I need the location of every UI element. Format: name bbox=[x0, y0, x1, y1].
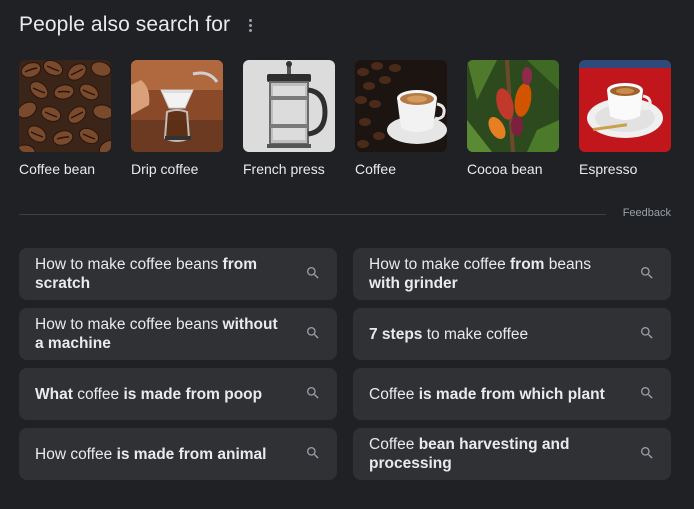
divider bbox=[19, 214, 606, 215]
related-search-text-part: coffee bbox=[72, 385, 124, 403]
search-icon bbox=[641, 327, 653, 339]
related-search-text-part: How coffee bbox=[35, 445, 117, 463]
related-search-text[interactable]: How to make coffee beans from scratch bbox=[35, 255, 281, 293]
related-search-text[interactable]: Coffee is made from which plant bbox=[369, 385, 605, 404]
related-search-chip[interactable]: How to make coffee beans without a machi… bbox=[19, 308, 337, 360]
entity-label[interactable]: French press bbox=[243, 161, 335, 177]
entity-carousel: Coffee bean Drip coffee French press Cof… bbox=[19, 60, 671, 177]
related-search-text-part: from bbox=[510, 256, 545, 273]
entity-label[interactable]: Coffee bean bbox=[19, 161, 111, 177]
related-search-text-part: 7 steps bbox=[369, 325, 423, 343]
entity-espresso[interactable]: Espresso bbox=[579, 60, 671, 177]
search-icon bbox=[307, 327, 319, 339]
entity-drip-coffee[interactable]: Drip coffee bbox=[131, 60, 223, 177]
related-search-text-part: How to make coffee beans bbox=[35, 256, 223, 273]
section-title: People also search for bbox=[19, 13, 231, 36]
french-press-image[interactable] bbox=[243, 60, 335, 152]
related-search-text-part: How to make coffee beans bbox=[35, 316, 223, 333]
cocoa-bean-image[interactable] bbox=[467, 60, 559, 152]
entity-label[interactable]: Espresso bbox=[579, 161, 671, 177]
related-search-chip[interactable]: How coffee is made from animal bbox=[19, 428, 337, 480]
entity-label[interactable]: Cocoa bean bbox=[467, 161, 559, 177]
entity-label[interactable]: Drip coffee bbox=[131, 161, 223, 177]
related-search-text[interactable]: How to make coffee from beans with grind… bbox=[369, 255, 615, 293]
related-search-chip[interactable]: What coffee is made from poop bbox=[19, 368, 337, 420]
related-search-text-part: to make coffee bbox=[422, 325, 529, 343]
related-search-text[interactable]: How to make coffee beans without a machi… bbox=[35, 315, 281, 353]
espresso-image[interactable] bbox=[579, 60, 671, 152]
related-search-text-part: is made from which plant bbox=[418, 385, 605, 403]
related-search-text-part: How to make coffee bbox=[369, 256, 511, 273]
search-icon bbox=[641, 387, 653, 399]
entity-french-press[interactable]: French press bbox=[243, 60, 335, 177]
related-search-chip[interactable]: 7 steps to make coffee bbox=[353, 308, 671, 360]
related-search-chip[interactable]: How to make coffee from beans with grind… bbox=[353, 248, 671, 300]
related-search-text-part: with grinder bbox=[369, 275, 458, 292]
feedback-link[interactable]: Feedback bbox=[623, 207, 671, 219]
related-search-chip[interactable]: Coffee is made from which plant bbox=[353, 368, 671, 420]
search-icon bbox=[307, 267, 319, 279]
drip-coffee-image[interactable] bbox=[131, 60, 223, 152]
related-search-text-part: beans bbox=[544, 256, 592, 273]
related-search-text[interactable]: How coffee is made from animal bbox=[35, 445, 266, 464]
section-header: People also search for bbox=[19, 13, 255, 37]
entity-cocoa-bean[interactable]: Cocoa bean bbox=[467, 60, 559, 177]
related-search-text-part: What bbox=[35, 385, 73, 403]
related-search-text-part: is made from animal bbox=[116, 445, 267, 463]
more-vert-icon[interactable] bbox=[245, 15, 255, 35]
related-search-text[interactable]: Coffee bean harvesting and processing bbox=[369, 435, 615, 473]
entity-label[interactable]: Coffee bbox=[355, 161, 447, 177]
coffee-bean-image[interactable] bbox=[19, 60, 111, 152]
entity-coffee[interactable]: Coffee bbox=[355, 60, 447, 177]
related-search-text-part: is made from poop bbox=[123, 385, 263, 403]
related-search-chip[interactable]: How to make coffee beans from scratch bbox=[19, 248, 337, 300]
search-icon bbox=[307, 447, 319, 459]
search-icon bbox=[641, 267, 653, 279]
people-also-search-panel: People also search for Coffee bean Drip … bbox=[0, 0, 694, 509]
related-search-text-part: Coffee bbox=[369, 436, 419, 453]
related-search-chip[interactable]: Coffee bean harvesting and processing bbox=[353, 428, 671, 480]
search-icon bbox=[641, 447, 653, 459]
coffee-cup-image[interactable] bbox=[355, 60, 447, 152]
entity-coffee-bean[interactable]: Coffee bean bbox=[19, 60, 111, 177]
related-search-text[interactable]: What coffee is made from poop bbox=[35, 385, 262, 404]
related-search-text-part: Coffee bbox=[369, 385, 419, 403]
related-search-text[interactable]: 7 steps to make coffee bbox=[369, 325, 528, 344]
search-icon bbox=[307, 387, 319, 399]
